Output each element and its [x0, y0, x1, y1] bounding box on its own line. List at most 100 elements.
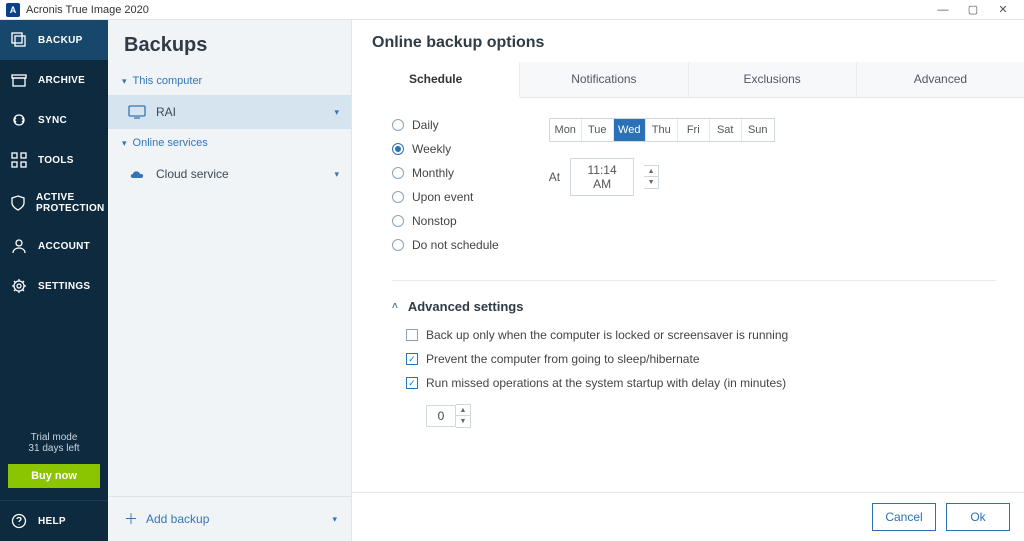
nav-label: BACKUP	[38, 35, 83, 46]
at-label: At	[549, 170, 560, 184]
nav-settings[interactable]: SETTINGS	[0, 266, 108, 306]
tree-item-cloud[interactable]: Cloud service ▾	[108, 157, 351, 191]
titlebar: A Acronis True Image 2020 — ▢ ✕	[0, 0, 1024, 20]
chevron-down-icon[interactable]: ▾	[334, 169, 339, 180]
time-up-button[interactable]: ▲	[644, 166, 658, 177]
backup-icon	[10, 32, 28, 48]
nav-active-protection[interactable]: ACTIVE PROTECTION	[0, 180, 108, 226]
delay-up-button[interactable]: ▲	[456, 405, 470, 416]
minimize-button[interactable]: —	[928, 1, 958, 19]
tabs: Schedule Notifications Exclusions Advanc…	[352, 62, 1024, 98]
check-run-missed[interactable]: Run missed operations at the system star…	[406, 376, 996, 390]
cancel-button[interactable]: Cancel	[872, 503, 936, 531]
delay-input[interactable]: 0	[426, 405, 456, 427]
plus-icon: ＋	[124, 509, 138, 529]
day-tue[interactable]: Tue	[582, 119, 614, 141]
checkbox-icon	[406, 329, 418, 341]
gear-icon	[10, 278, 28, 294]
page-title: Online backup options	[352, 20, 1024, 62]
chevron-down-icon[interactable]: ▾	[334, 107, 339, 118]
account-icon	[10, 238, 28, 254]
time-input[interactable]: 11:14 AM	[570, 158, 634, 196]
tree-section-label: This computer	[133, 75, 203, 87]
trial-status: Trial mode 31 days left	[0, 428, 108, 458]
archive-icon	[10, 72, 28, 88]
checkbox-icon	[406, 377, 418, 389]
nav-label: ACCOUNT	[38, 241, 90, 252]
tab-advanced[interactable]: Advanced	[857, 62, 1024, 97]
shield-icon	[10, 195, 26, 211]
nav-sidebar: BACKUP ARCHIVE SYNC TOOLS ACTIVE PROTECT…	[0, 20, 108, 541]
delay-spinner: ▲ ▼	[456, 404, 471, 428]
nav-sync[interactable]: SYNC	[0, 100, 108, 140]
maximize-button[interactable]: ▢	[958, 1, 988, 19]
advanced-heading: Advanced settings	[408, 299, 524, 314]
time-down-button[interactable]: ▼	[644, 177, 658, 188]
nav-account[interactable]: ACCOUNT	[0, 226, 108, 266]
close-button[interactable]: ✕	[988, 1, 1018, 19]
day-wed[interactable]: Wed	[614, 119, 646, 141]
backup-tree-panel: Backups ▾ This computer RAI ▾ ▾ Online s…	[108, 20, 352, 541]
sync-icon	[10, 112, 28, 128]
tree-item-label: RAI	[156, 105, 176, 119]
day-mon[interactable]: Mon	[550, 119, 582, 141]
help-icon	[10, 513, 28, 529]
frequency-radios: Daily Weekly Monthly Upon event Nonstop …	[392, 118, 499, 252]
time-spinner: ▲ ▼	[644, 165, 659, 189]
dialog-footer: Cancel Ok	[352, 492, 1024, 541]
advanced-settings-toggle[interactable]: ˄ Advanced settings	[392, 299, 996, 314]
nav-label: ARCHIVE	[38, 75, 85, 86]
delay-down-button[interactable]: ▼	[456, 416, 470, 427]
tree-item-rai[interactable]: RAI ▾	[108, 95, 351, 129]
checkbox-icon	[406, 353, 418, 365]
add-backup-button[interactable]: ＋ Add backup ▾	[108, 496, 351, 541]
day-fri[interactable]: Fri	[678, 119, 710, 141]
check-label: Run missed operations at the system star…	[426, 376, 786, 390]
check-backup-when-locked[interactable]: Back up only when the computer is locked…	[406, 328, 996, 342]
day-sun[interactable]: Sun	[742, 119, 774, 141]
nav-label: SETTINGS	[38, 281, 90, 292]
chevron-up-icon: ˄	[392, 301, 398, 312]
nav-label: TOOLS	[38, 155, 74, 166]
radio-daily[interactable]: Daily	[392, 118, 499, 132]
app-title: Acronis True Image 2020	[26, 4, 149, 16]
nav-tools[interactable]: TOOLS	[0, 140, 108, 180]
divider	[392, 280, 996, 281]
tree-item-label: Cloud service	[156, 167, 229, 181]
day-picker: Mon Tue Wed Thu Fri Sat Sun	[549, 118, 775, 142]
radio-none[interactable]: Do not schedule	[392, 238, 499, 252]
tree-section-online[interactable]: ▾ Online services	[108, 129, 351, 157]
check-label: Back up only when the computer is locked…	[426, 328, 788, 342]
day-sat[interactable]: Sat	[710, 119, 742, 141]
monitor-icon	[128, 105, 146, 119]
tab-notifications[interactable]: Notifications	[520, 62, 688, 97]
check-label: Prevent the computer from going to sleep…	[426, 352, 700, 366]
day-thu[interactable]: Thu	[646, 119, 678, 141]
nav-label: HELP	[38, 516, 66, 527]
tree-section-label: Online services	[133, 137, 208, 149]
cloud-icon	[128, 167, 146, 181]
tools-icon	[10, 152, 28, 168]
main-panel: Online backup options Schedule Notificat…	[352, 20, 1024, 541]
ok-button[interactable]: Ok	[946, 503, 1010, 531]
tab-exclusions[interactable]: Exclusions	[689, 62, 857, 97]
radio-upon-event[interactable]: Upon event	[392, 190, 499, 204]
chevron-down-icon: ▾	[122, 138, 127, 149]
radio-nonstop[interactable]: Nonstop	[392, 214, 499, 228]
buy-now-button[interactable]: Buy now	[8, 464, 100, 488]
radio-weekly[interactable]: Weekly	[392, 142, 499, 156]
app-icon: A	[6, 3, 20, 17]
tree-title: Backups	[108, 20, 351, 67]
nav-label: ACTIVE PROTECTION	[36, 192, 105, 214]
chevron-down-icon: ▾	[122, 76, 127, 87]
nav-archive[interactable]: ARCHIVE	[0, 60, 108, 100]
check-prevent-sleep[interactable]: Prevent the computer from going to sleep…	[406, 352, 996, 366]
nav-help[interactable]: HELP	[0, 500, 108, 541]
nav-label: SYNC	[38, 115, 67, 126]
tab-schedule[interactable]: Schedule	[352, 62, 520, 98]
add-backup-label: Add backup	[146, 512, 209, 526]
tree-section-this-computer[interactable]: ▾ This computer	[108, 67, 351, 95]
radio-monthly[interactable]: Monthly	[392, 166, 499, 180]
chevron-down-icon[interactable]: ▾	[332, 514, 337, 525]
nav-backup[interactable]: BACKUP	[0, 20, 108, 60]
